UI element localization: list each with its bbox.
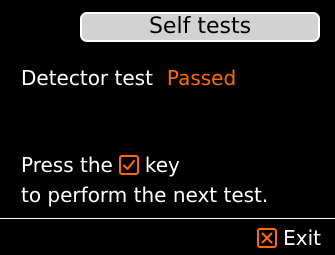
instruction-line-1: Press the key xyxy=(21,153,180,177)
instruction-prefix: Press the xyxy=(21,153,113,177)
checkbox-check-icon xyxy=(118,155,139,175)
exit-label: Exit xyxy=(283,226,321,250)
exit-button[interactable]: Exit xyxy=(257,227,321,249)
detector-test-label: Detector test xyxy=(21,66,153,90)
footer-divider xyxy=(0,218,335,219)
close-box-icon xyxy=(257,228,278,248)
detector-test-row: Detector test Passed xyxy=(21,66,236,90)
detector-test-status: Passed xyxy=(166,66,237,90)
page-title: Self tests xyxy=(80,12,320,42)
instruction-suffix: key xyxy=(144,153,180,177)
instruction-line-2: to perform the next test. xyxy=(21,183,269,207)
page-title-text: Self tests xyxy=(148,14,252,39)
